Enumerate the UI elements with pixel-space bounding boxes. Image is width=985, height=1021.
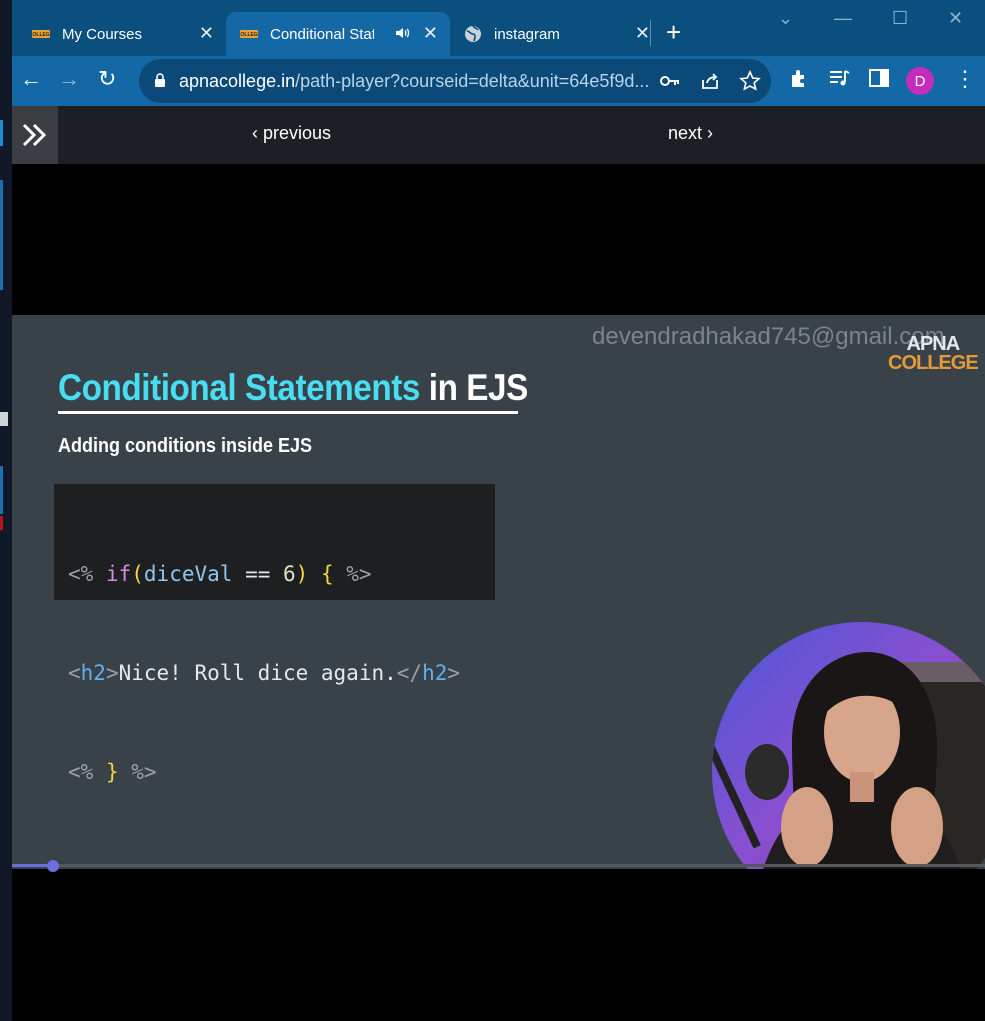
title-underline xyxy=(58,411,518,414)
expand-sidebar-button[interactable] xyxy=(12,106,58,164)
player-navigation-bar: ‹ previous next › xyxy=(12,106,985,164)
tab-conditional-statements[interactable]: COLLEGE Conditional Stat ✕ xyxy=(226,12,450,56)
close-tab-icon[interactable]: ✕ xyxy=(199,24,214,42)
kebab-menu-icon[interactable]: ⋮ xyxy=(954,67,976,91)
forward-arrow-icon[interactable]: → xyxy=(58,67,80,91)
next-label: next xyxy=(668,123,703,143)
url-path: /path-player?courseid=delta&unit=64e5f9d… xyxy=(295,71,650,91)
edge-mark xyxy=(0,120,3,146)
chevron-right-icon: › xyxy=(702,123,714,143)
code-line: <h2>Nice! Roll dice again.</h2> xyxy=(68,661,461,685)
tab-title: My Courses xyxy=(62,25,143,43)
tab-search-chevron-icon[interactable]: ⌄ xyxy=(778,8,793,29)
tab-title: Conditional Stat xyxy=(270,25,374,43)
edge-mark xyxy=(0,180,3,290)
key-icon[interactable] xyxy=(659,70,681,97)
video-progress-handle[interactable] xyxy=(46,860,59,872)
lock-icon[interactable] xyxy=(153,72,167,93)
tab-divider xyxy=(650,20,651,46)
code-snippet: <% if(diceVal == 6) { %> <h2>Nice! Roll … xyxy=(54,484,495,784)
new-tab-button[interactable]: + xyxy=(666,18,681,46)
browser-tab-strip: COLLEGE My Courses ✕ COLLEGE Conditional… xyxy=(12,0,985,64)
media-control-icon[interactable] xyxy=(828,67,850,94)
address-bar[interactable]: apnacollege.in/path-player?courseid=delt… xyxy=(139,59,771,103)
close-tab-icon[interactable]: ✕ xyxy=(423,24,438,42)
video-player[interactable]: devendradhakad745@gmail.com APNA COLLEGE… xyxy=(12,164,985,1021)
edge-mark xyxy=(0,466,3,514)
apna-college-logo: APNA COLLEGE xyxy=(888,334,979,374)
code-line: <% } %> xyxy=(68,760,157,784)
apna-college-favicon: COLLEGE xyxy=(240,28,258,40)
browser-toolbar: ← → ↻ apnacollege.in/path-player?coursei… xyxy=(12,56,985,106)
background-window-edge xyxy=(0,0,12,1021)
url-host: apnacollege.in xyxy=(179,71,296,91)
tab-instagram[interactable]: instagram ✕ xyxy=(450,12,662,56)
code-line: <% if(diceVal == 6) { %> xyxy=(68,562,372,586)
lecture-slide: devendradhakad745@gmail.com APNA COLLEGE… xyxy=(12,315,985,869)
presenter-video-overlay xyxy=(712,622,985,869)
slide-title-accent: Conditional Statements xyxy=(58,367,420,408)
edge-mark xyxy=(0,412,8,426)
side-panel-icon[interactable] xyxy=(868,67,890,94)
reload-icon[interactable]: ↻ xyxy=(98,67,116,91)
chevron-left-icon: ‹ xyxy=(252,123,263,143)
double-chevron-right-icon xyxy=(22,123,47,147)
edge-mark xyxy=(0,516,3,530)
video-progress-track[interactable] xyxy=(12,864,985,867)
slide-title-rest: in EJS xyxy=(419,367,529,408)
bookmark-star-icon[interactable] xyxy=(739,70,761,97)
next-lesson-link[interactable]: next › xyxy=(668,123,713,144)
audio-playing-icon[interactable] xyxy=(394,25,410,45)
maximize-button[interactable]: ☐ xyxy=(892,8,908,29)
logo-bottom-text: COLLEGE xyxy=(888,352,979,374)
extensions-puzzle-icon[interactable] xyxy=(788,67,810,94)
slide-title: Conditional Statements in EJS xyxy=(58,367,528,409)
minimize-button[interactable]: — xyxy=(834,8,852,29)
share-icon[interactable] xyxy=(699,70,721,97)
profile-avatar[interactable]: D xyxy=(906,67,934,95)
slide-subtitle: Adding conditions inside EJS xyxy=(58,435,313,457)
apna-college-favicon: COLLEGE xyxy=(32,28,50,40)
tab-title: instagram xyxy=(494,25,560,43)
previous-lesson-link[interactable]: ‹ previous xyxy=(252,123,331,144)
presenter-image xyxy=(712,622,985,869)
back-arrow-icon[interactable]: ← xyxy=(20,67,42,91)
url-text: apnacollege.in/path-player?courseid=delt… xyxy=(179,71,649,92)
tab-my-courses[interactable]: COLLEGE My Courses ✕ xyxy=(18,12,226,56)
svg-text:COLLEGE: COLLEGE xyxy=(240,32,258,38)
previous-label: previous xyxy=(263,123,332,143)
close-tab-icon[interactable]: ✕ xyxy=(635,24,650,42)
close-window-button[interactable]: ✕ xyxy=(948,8,963,29)
globe-icon xyxy=(464,25,482,42)
svg-text:COLLEGE: COLLEGE xyxy=(32,32,50,38)
